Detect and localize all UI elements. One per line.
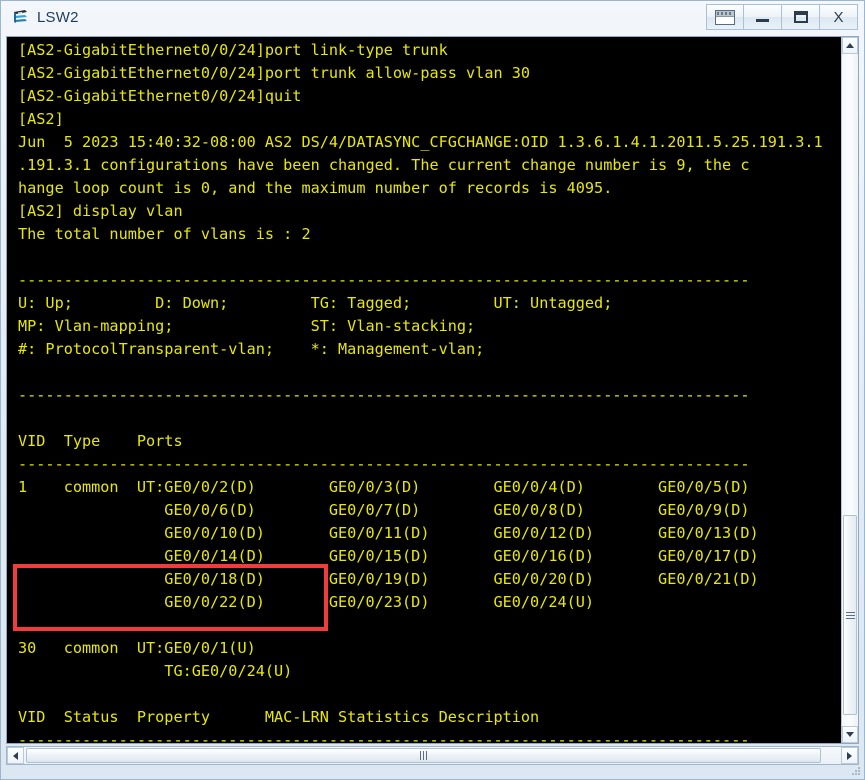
- grip-icon: [420, 751, 427, 760]
- horizontal-scrollbar-thumb[interactable]: [26, 748, 821, 763]
- horizontal-scrollbar[interactable]: [6, 746, 859, 765]
- maximize-icon: [793, 11, 808, 23]
- maximize-button[interactable]: [782, 4, 820, 30]
- terminal-line: #: ProtocolTransparent-vlan; *: Manageme…: [18, 340, 485, 358]
- terminal-line: U: Up; D: Down; TG: Tagged; UT: Untagged…: [18, 294, 613, 312]
- terminal-line: MP: Vlan-mapping; ST: Vlan-stacking;: [18, 317, 476, 335]
- terminal-line: .191.3.1 configurations have been change…: [18, 156, 750, 174]
- terminal-line: 1 common UT:GE0/0/2(D) GE0/0/3(D) GE0/0/…: [18, 478, 750, 496]
- terminal-line: [AS2] display vlan: [18, 202, 183, 220]
- chevron-left-icon: [13, 751, 18, 760]
- chevron-right-icon: [847, 751, 852, 760]
- terminal-line: ----------------------------------------…: [18, 271, 750, 289]
- terminal-line: GE0/0/14(D) GE0/0/15(D) GE0/0/16(D) GE0/…: [18, 547, 759, 565]
- vertical-scrollbar-thumb[interactable]: [843, 515, 857, 715]
- terminal-line: GE0/0/18(D) GE0/0/19(D) GE0/0/20(D) GE0/…: [18, 570, 759, 588]
- terminal-line: [AS2]: [18, 110, 64, 128]
- scroll-left-button[interactable]: [7, 747, 24, 764]
- terminal-line: The total number of vlans is : 2: [18, 225, 311, 243]
- resize-handle[interactable]: [851, 766, 862, 777]
- terminal-line: GE0/0/22(D) GE0/0/23(D) GE0/0/24(U): [18, 593, 595, 611]
- terminal-output: [AS2-GigabitEthernet0/0/24]port link-typ…: [18, 39, 827, 743]
- terminal-viewport[interactable]: [AS2-GigabitEthernet0/0/24]port link-typ…: [7, 37, 827, 743]
- terminal-line: ----------------------------------------…: [18, 386, 750, 404]
- terminal-line: GE0/0/10(D) GE0/0/11(D) GE0/0/12(D) GE0/…: [18, 524, 759, 542]
- scroll-right-button[interactable]: [841, 747, 858, 764]
- switch-icon: [11, 7, 31, 27]
- scroll-down-button[interactable]: [842, 726, 858, 743]
- terminal-line: GE0/0/6(D) GE0/0/7(D) GE0/0/8(D) GE0/0/9…: [18, 501, 750, 519]
- keyboard-toggle-button[interactable]: [706, 4, 744, 30]
- vertical-scrollbar[interactable]: [841, 37, 858, 743]
- terminal-line: [AS2-GigabitEthernet0/0/24]port link-typ…: [18, 41, 448, 59]
- keyboard-icon: [715, 9, 735, 25]
- chevron-up-icon: [846, 43, 854, 48]
- window-controls: X: [706, 4, 858, 30]
- terminal-line: hange loop count is 0, and the maximum n…: [18, 179, 613, 197]
- terminal-line: [AS2-GigabitEthernet0/0/24]port trunk al…: [18, 64, 531, 82]
- terminal-line: Jun 5 2023 15:40:32-08:00 AS2 DS/4/DATAS…: [18, 133, 823, 151]
- terminal-line: 30 common UT:GE0/0/1(U): [18, 639, 256, 657]
- close-button[interactable]: X: [820, 4, 858, 30]
- scroll-up-button[interactable]: [842, 37, 858, 54]
- terminal-line: VID Status Property MAC-LRN Statistics D…: [18, 708, 540, 726]
- terminal-line: TG:GE0/0/24(U): [18, 662, 293, 680]
- title-bar-left: LSW2: [1, 7, 79, 27]
- chevron-down-icon: [846, 732, 854, 737]
- title-bar[interactable]: LSW2 X: [1, 1, 864, 33]
- window-title: LSW2: [37, 8, 79, 26]
- minimize-icon: [756, 19, 769, 22]
- terminal-line: ----------------------------------------…: [18, 455, 750, 473]
- lsw2-cli-window: LSW2 X [AS2-GigabitEthernet0/0/24]port l…: [0, 0, 865, 780]
- terminal-panel: [AS2-GigabitEthernet0/0/24]port link-typ…: [6, 36, 859, 744]
- terminal-line: [AS2-GigabitEthernet0/0/24]quit: [18, 87, 302, 105]
- minimize-button[interactable]: [744, 4, 782, 30]
- close-icon: X: [833, 8, 844, 26]
- terminal-line: ----------------------------------------…: [18, 731, 750, 743]
- grip-icon: [845, 611, 855, 619]
- terminal-line: VID Type Ports: [18, 432, 183, 450]
